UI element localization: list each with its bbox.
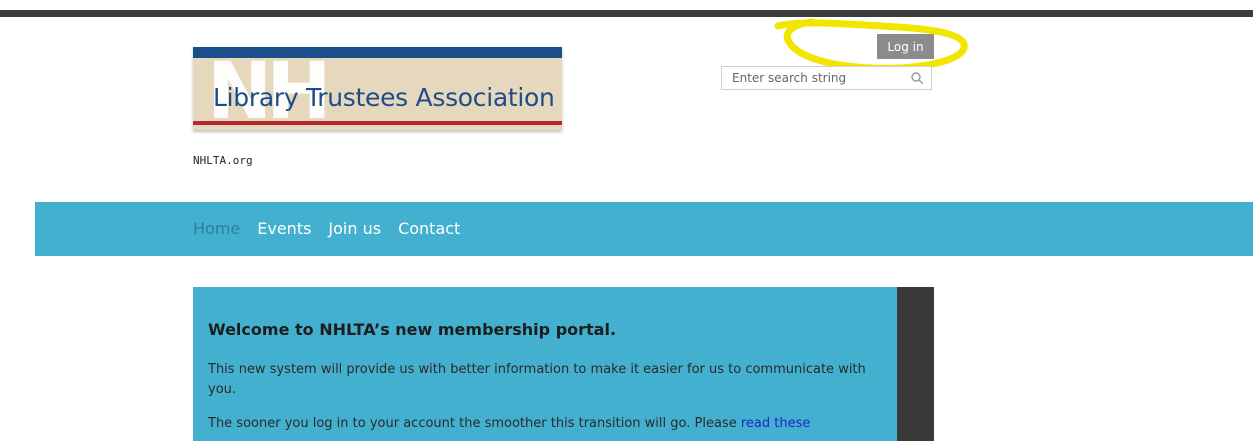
nav-item-home[interactable]: Home [193, 219, 240, 238]
welcome-panel: Welcome to NHLTA’s new membership portal… [193, 287, 897, 441]
search-icon[interactable] [910, 71, 924, 85]
highlight-stroke [774, 18, 968, 72]
site-logo[interactable]: NH Library Trustees Association [193, 47, 562, 130]
welcome-paragraph-2-text: The sooner you log in to your account th… [208, 416, 741, 431]
page: NH Library Trustees Association NHLTA.or… [0, 0, 1253, 441]
highlight-annotation [774, 18, 968, 72]
login-button[interactable]: Log in [877, 34, 934, 59]
welcome-paragraph-1: This new system will provide us with bet… [208, 362, 866, 397]
main-nav: Home Events Join us Contact [193, 219, 460, 238]
search-input[interactable] [722, 67, 908, 89]
welcome-paragraph-2: The sooner you log in to your account th… [208, 414, 888, 434]
logo-org-name: Library Trustees Association [213, 83, 555, 112]
read-these-link[interactable]: read these [741, 416, 811, 431]
panel-side-bar [897, 287, 934, 441]
nav-item-events[interactable]: Events [257, 219, 311, 238]
site-tag: NHLTA.org [193, 154, 253, 167]
nav-item-contact[interactable]: Contact [398, 219, 460, 238]
top-bar [0, 10, 1253, 17]
logo-stripe-bottom [193, 121, 562, 125]
search-box [721, 66, 932, 90]
welcome-title: Welcome to NHLTA’s new membership portal… [208, 320, 617, 339]
nav-item-join-us[interactable]: Join us [328, 219, 381, 238]
